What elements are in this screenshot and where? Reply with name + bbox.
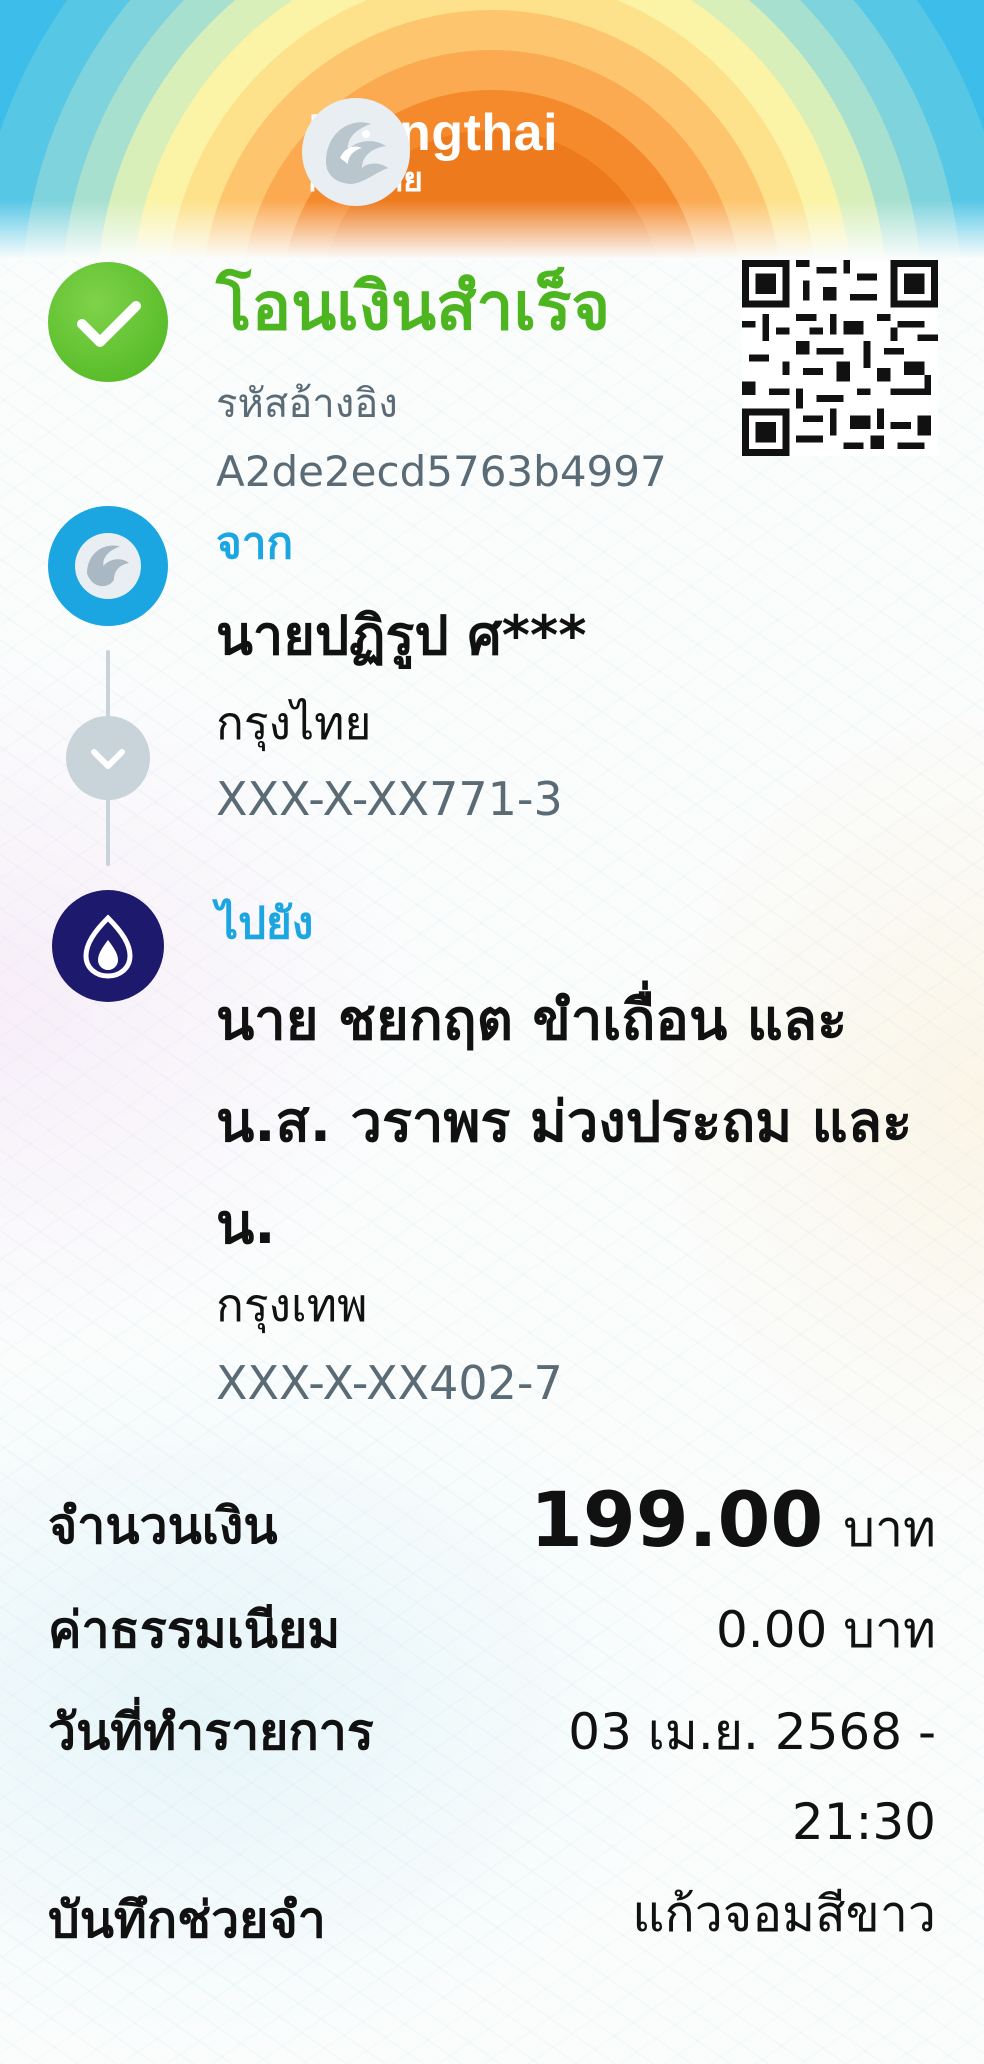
amount-value: 199.00 bbox=[529, 1475, 824, 1564]
transfer-status-title: โอนเงินสำเร็จ bbox=[216, 268, 611, 345]
recipient-account: XXX-X-XX402-7 bbox=[216, 1356, 563, 1410]
date-value: 03 เม.ย. 2568 - bbox=[568, 1703, 936, 1761]
sender-bank: กรุงไทย bbox=[216, 696, 372, 750]
amount-label: จำนวนเงิน bbox=[48, 1497, 278, 1555]
sender-name: นายปฏิรูป ศ*** bbox=[216, 604, 587, 667]
time-value: 21:30 bbox=[791, 1793, 936, 1851]
header-banner: Krungthai กรุงไทย bbox=[0, 0, 984, 260]
krungthai-bank-icon bbox=[48, 506, 168, 626]
bangkok-bank-icon bbox=[52, 890, 164, 1002]
memo-label: บันทึกช่วยจำ bbox=[48, 1891, 326, 1949]
memo-value: แก้วจอมสีขาว bbox=[632, 1885, 936, 1943]
fee-label: ค่าธรรมเนียม bbox=[48, 1601, 341, 1659]
amount-value-row: 199.00 บาท bbox=[530, 1480, 936, 1569]
krungthai-brand: Krungthai กรุงไทย bbox=[296, 92, 558, 212]
fee-value: 0.00 บาท bbox=[716, 1601, 936, 1659]
chevron-down-icon bbox=[66, 716, 150, 800]
qr-code[interactable] bbox=[742, 260, 938, 456]
from-label: จาก bbox=[216, 518, 294, 569]
sender-account: XXX-X-XX771-3 bbox=[216, 772, 563, 826]
phoenix-logo-icon bbox=[302, 98, 410, 206]
reference-code: A2de2ecd5763b4997 bbox=[216, 447, 667, 496]
recipient-name: นาย ชยกฤต ขำเถื่อน และ น.ส. วราพร ม่วงปร… bbox=[216, 988, 913, 1257]
reference-label: รหัสอ้างอิง bbox=[216, 381, 398, 427]
success-check-icon bbox=[48, 262, 168, 382]
amount-unit: บาท bbox=[843, 1500, 936, 1558]
recipient-bank: กรุงเทพ bbox=[216, 1278, 368, 1332]
date-label: วันที่ทำรายการ bbox=[48, 1703, 374, 1761]
to-label: ไปยัง bbox=[216, 898, 314, 949]
